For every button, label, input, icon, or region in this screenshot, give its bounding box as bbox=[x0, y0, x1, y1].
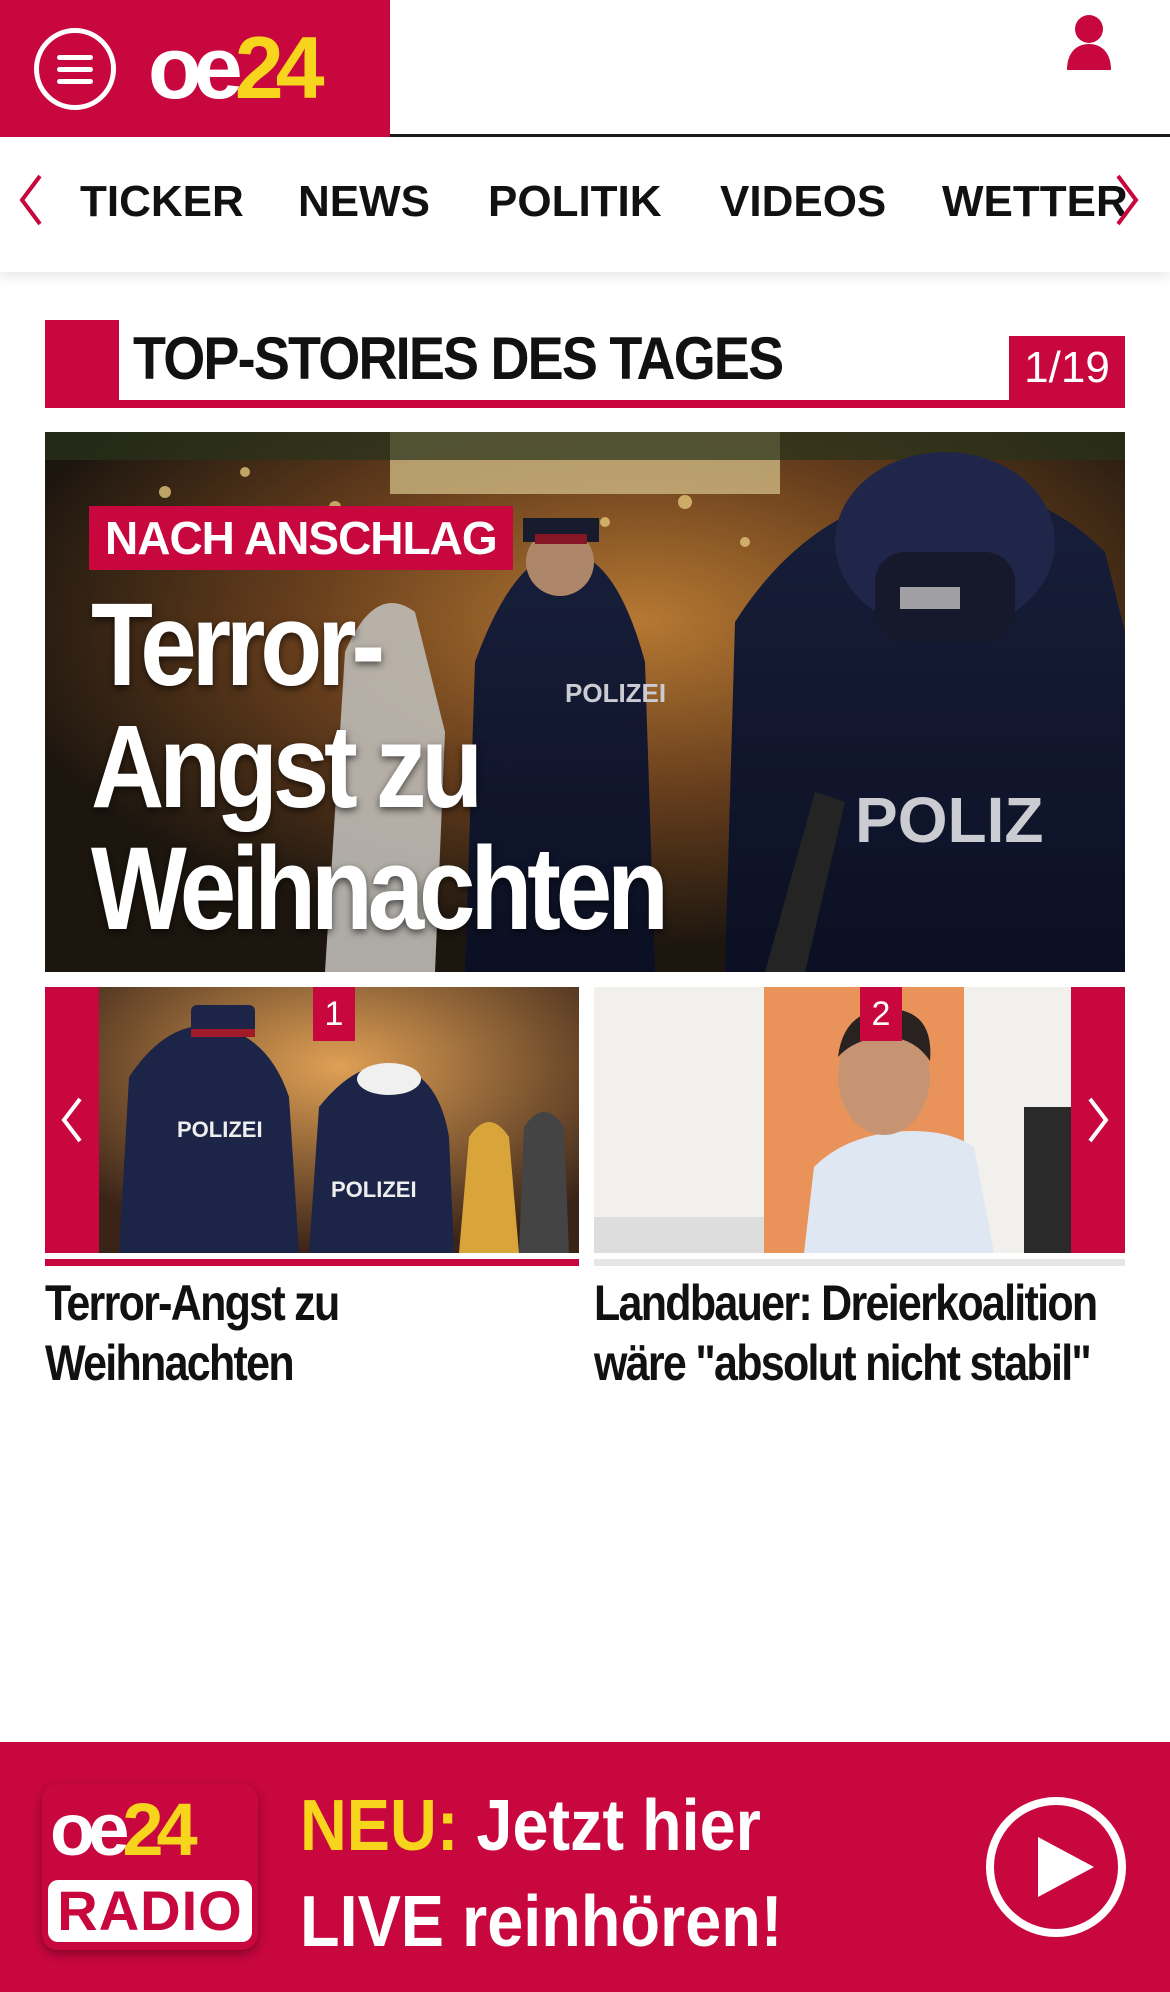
radio-line-2: LIVE reinhören! bbox=[300, 1882, 783, 1962]
logo-text-24: 24 bbox=[234, 18, 325, 117]
category-nav: TICKER NEWS POLITIK VIDEOS WETTER bbox=[0, 140, 1170, 272]
radio-logo-brand: oe24 bbox=[50, 1788, 198, 1871]
section-accent-block bbox=[45, 320, 119, 408]
nav-item-videos[interactable]: VIDEOS bbox=[720, 176, 886, 228]
chevron-left-icon bbox=[61, 1097, 82, 1143]
carousel-next-button[interactable] bbox=[1071, 987, 1125, 1253]
story-carousel: POLIZEI POLIZEI 1 2 Terror-Angst zu Weih… bbox=[45, 987, 1125, 1391]
site-logo[interactable]: oe24 bbox=[148, 18, 325, 118]
section-underline bbox=[45, 400, 1125, 408]
story-card-image-2[interactable] bbox=[594, 987, 1071, 1253]
radio-logo-label: RADIO bbox=[48, 1880, 252, 1942]
brand-bar: oe24 bbox=[0, 0, 390, 137]
carousel-prev-button[interactable] bbox=[45, 987, 99, 1253]
site-header: oe24 bbox=[0, 0, 1170, 137]
svg-text:POLIZEI: POLIZEI bbox=[177, 1117, 263, 1142]
play-icon bbox=[1038, 1837, 1094, 1897]
radio-neu-label: NEU: bbox=[300, 1786, 459, 1866]
svg-text:POLIZEI: POLIZEI bbox=[331, 1177, 417, 1202]
nav-item-wetter[interactable]: WETTER bbox=[942, 176, 1128, 228]
chevron-left-icon[interactable] bbox=[16, 170, 46, 230]
hero-title[interactable]: Terror-Angst zu Weihnachten bbox=[91, 584, 669, 950]
logo-text-oe: oe bbox=[148, 18, 243, 117]
story-counter: 1/19 bbox=[1009, 336, 1125, 400]
carousel-progress-active bbox=[45, 1259, 579, 1266]
chevron-right-icon[interactable] bbox=[1112, 170, 1142, 230]
story-card-title-2[interactable]: Landbauer: Dreierkoalition wäre "absolut… bbox=[594, 1273, 1127, 1393]
hero-kicker: NACH ANSCHLAG bbox=[89, 506, 513, 570]
story-number-badge: 1 bbox=[313, 987, 355, 1041]
radio-promo-text: NEU: Jetzt hier LIVE reinhören! bbox=[300, 1778, 782, 1970]
radio-banner[interactable]: oe24 RADIO NEU: Jetzt hier LIVE reinhöre… bbox=[0, 1742, 1170, 1992]
radio-promo-line-1: NEU: Jetzt hier bbox=[300, 1778, 782, 1874]
top-stories-header: TOP-STORIES DES TAGES 1/19 bbox=[45, 320, 1125, 408]
hero-story[interactable]: POLIZ POLIZEI NACH ANSCHLAG Terror-Angst… bbox=[45, 432, 1125, 972]
radio-logo: oe24 RADIO bbox=[42, 1784, 258, 1950]
story-card-title-1[interactable]: Terror-Angst zu Weihnachten bbox=[45, 1273, 561, 1393]
chevron-right-icon bbox=[1088, 1097, 1109, 1143]
story-number-badge: 2 bbox=[860, 987, 902, 1041]
section-title: TOP-STORIES DES TAGES bbox=[133, 325, 784, 392]
nav-item-politik[interactable]: POLITIK bbox=[488, 176, 662, 228]
nav-item-ticker[interactable]: TICKER bbox=[80, 176, 244, 228]
carousel-progress-inactive bbox=[594, 1259, 1125, 1266]
radio-logo-oe: oe bbox=[50, 1788, 129, 1871]
hamburger-menu-icon[interactable] bbox=[34, 28, 116, 110]
radio-logo-24: 24 bbox=[122, 1788, 197, 1871]
user-icon[interactable] bbox=[1065, 14, 1113, 70]
play-button[interactable] bbox=[986, 1797, 1126, 1937]
nav-item-news[interactable]: NEWS bbox=[298, 176, 430, 228]
radio-line-1: Jetzt hier bbox=[476, 1786, 761, 1866]
